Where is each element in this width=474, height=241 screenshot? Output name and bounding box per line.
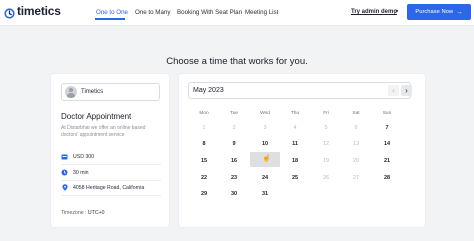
day-cell-disabled: 19 xyxy=(322,158,330,164)
day-cell-disabled: 3 xyxy=(263,125,267,131)
location-row: 4058 Heritage Road, California xyxy=(61,184,144,191)
day-cell-available[interactable]: 18 xyxy=(285,158,305,164)
month-header: May 2023 ‹ › xyxy=(188,82,412,99)
purchase-now-label: Purchase Now xyxy=(415,9,454,15)
timezone-row: Timezone : UTC+0 xyxy=(61,210,105,216)
weekday-header: Sun xyxy=(382,111,392,116)
day-cell-available[interactable]: 14 xyxy=(377,141,397,147)
host-name: Timetics xyxy=(81,89,104,95)
weekday-header: Thu xyxy=(290,111,300,116)
day-cell-disabled: 26 xyxy=(322,175,330,181)
day-cell-disabled: 1 xyxy=(202,125,206,131)
weekday-header: Fri xyxy=(323,111,329,116)
day-cell-available[interactable]: 11 xyxy=(285,141,305,147)
day-cell-available[interactable]: 23 xyxy=(224,175,244,181)
day-cell-available[interactable]: 15 xyxy=(194,158,214,164)
event-details-card: Timetics Doctor Appointment At Distarbha… xyxy=(50,73,170,228)
arrow-right-icon: → xyxy=(456,8,463,16)
avatar xyxy=(65,86,77,98)
day-cell-available[interactable]: 29 xyxy=(194,191,214,197)
logo[interactable]: timetics xyxy=(4,4,61,19)
weekday-header: Sat xyxy=(352,111,360,116)
calendar-card: May 2023 ‹ › Mon Tue Wed Thu Fri Sat Sun 1 2 3 4 5 6… xyxy=(178,73,426,228)
divider xyxy=(61,180,161,181)
page-heading: Choose a time that works for you. xyxy=(166,56,308,67)
day-cell-disabled: 13 xyxy=(352,141,360,147)
weekday-header: Wed xyxy=(260,111,270,116)
money-icon xyxy=(61,153,68,160)
day-cell-disabled: 6 xyxy=(354,125,358,131)
event-title: Doctor Appointment xyxy=(61,112,132,121)
chevron-right-icon[interactable]: › xyxy=(401,85,412,96)
nav-meeting-list[interactable]: Meeting List xyxy=(245,9,278,16)
day-cell-disabled: 5 xyxy=(324,125,328,131)
day-cell-disabled: 12 xyxy=(322,141,330,147)
active-nav-underline xyxy=(95,18,125,20)
timezone-value[interactable]: UTC+0 xyxy=(88,210,105,216)
day-cell-available[interactable]: 28 xyxy=(377,175,397,181)
logo-text: timetics xyxy=(17,4,61,18)
day-cell-disabled: 4 xyxy=(293,125,297,131)
day-cell-available[interactable]: 9 xyxy=(224,141,244,147)
day-cell-available[interactable]: 10 xyxy=(255,141,275,147)
arrow-up-right-icon: ↗ xyxy=(393,9,399,16)
timetics-logo-icon xyxy=(4,6,15,19)
purchase-now-button[interactable]: Purchase Now → xyxy=(407,4,471,20)
day-cell-available[interactable]: 7 xyxy=(377,125,397,131)
day-cell-available[interactable]: 21 xyxy=(377,158,397,164)
nav-one-to-many[interactable]: One to Many xyxy=(135,9,170,16)
location-pin-icon xyxy=(61,184,68,191)
weekday-header: Mon xyxy=(199,111,209,116)
day-cell-available[interactable]: 24 xyxy=(255,175,275,181)
month-label: May 2023 xyxy=(193,87,224,94)
divider xyxy=(61,164,161,165)
day-cell-available[interactable]: 22 xyxy=(194,175,214,181)
day-cell-available[interactable]: 30 xyxy=(224,191,244,197)
divider xyxy=(61,195,161,196)
timezone-label: Timezone : xyxy=(61,210,87,216)
day-cell-disabled: 2 xyxy=(232,125,236,131)
day-cell-available[interactable]: 8 xyxy=(194,141,214,147)
weekday-header: Tue xyxy=(229,111,239,116)
hand-pointer-cursor-icon: ☝ xyxy=(262,155,271,162)
day-cell-available[interactable]: 16 xyxy=(224,158,244,164)
location-text: 4058 Heritage Road, California xyxy=(73,184,145,191)
nav-booking-with-seat-plan[interactable]: Booking With Seat Plan xyxy=(177,9,242,16)
day-cell-available[interactable]: 25 xyxy=(285,175,305,181)
day-cell-available[interactable]: 31 xyxy=(255,191,275,197)
price-text: USD 300 xyxy=(73,153,95,160)
duration-row: 30 min xyxy=(61,169,89,176)
day-cell-disabled: 27 xyxy=(352,175,360,181)
price-row: USD 300 xyxy=(61,153,94,160)
top-header: timetics One to One One to Many Booking … xyxy=(0,0,474,26)
day-cell-disabled: 20 xyxy=(352,158,360,164)
duration-text: 30 min xyxy=(73,169,89,176)
host-selector[interactable]: Timetics xyxy=(61,83,160,101)
try-admin-demo-link[interactable]: Try admin demo xyxy=(351,9,397,15)
event-description: At Distarbhai we offer an online based d… xyxy=(61,125,146,138)
chevron-left-icon[interactable]: ‹ xyxy=(388,85,399,96)
clock-icon xyxy=(61,169,68,176)
nav-one-to-one[interactable]: One to One xyxy=(96,9,128,16)
